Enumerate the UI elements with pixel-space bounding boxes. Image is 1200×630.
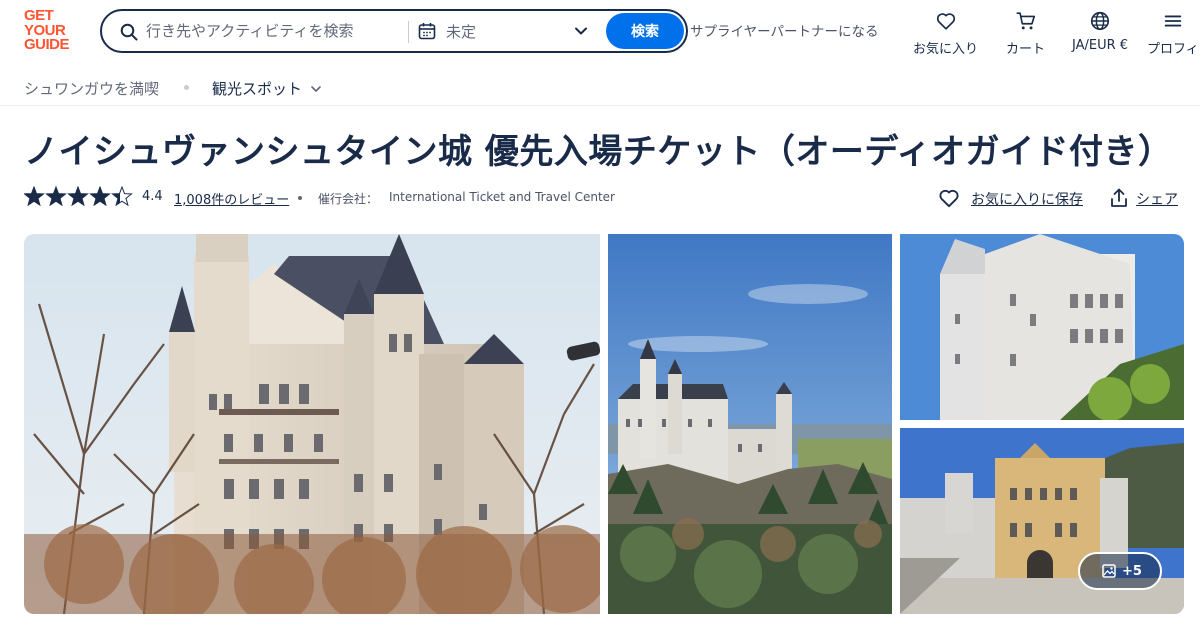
rating-value: 4.4 <box>142 189 163 204</box>
search-divider <box>408 21 409 43</box>
date-label: 未定 <box>446 23 477 41</box>
star-icon <box>90 187 110 206</box>
cart-icon <box>1015 12 1035 30</box>
star-icon <box>24 187 44 206</box>
site-header: GET YOUR GUIDE 未定 検索 サプライヤーパートナーにな <box>0 0 1200 64</box>
heart-icon <box>939 189 959 208</box>
operator-label: 催行会社： <box>318 192 379 206</box>
date-picker[interactable]: 未定 <box>418 11 588 51</box>
image-icon <box>1102 564 1116 578</box>
castle-cliff-image <box>608 234 892 614</box>
search-input[interactable] <box>146 20 396 42</box>
become-partner-link[interactable]: サプライヤーパートナーになる <box>690 20 878 40</box>
nav-profile-label: プロフィ <box>1147 42 1199 57</box>
chevron-down-icon <box>311 86 321 92</box>
gallery-photo-4[interactable]: +5 <box>900 428 1184 614</box>
nav-language-currency[interactable]: JA/EUR € <box>1072 8 1128 53</box>
search-button[interactable]: 検索 <box>606 13 684 49</box>
product-meta: 4.4 1,008件のレビュー 催行会社： International Tick… <box>24 186 1184 210</box>
menu-icon <box>1164 15 1182 27</box>
star-icon <box>46 187 66 206</box>
share-icon <box>1111 188 1127 207</box>
globe-icon <box>1090 11 1110 31</box>
nav-wishlist[interactable]: お気に入り <box>913 8 978 57</box>
castle-closeup-image <box>24 234 600 614</box>
subnav-enjoy-link[interactable]: シュワンガウを満喫 <box>24 78 159 99</box>
nav-cart[interactable]: カート <box>1006 8 1045 57</box>
search-bar: 未定 検索 <box>100 9 688 53</box>
logo-line-3: GUIDE <box>24 36 70 53</box>
getyourguide-logo[interactable]: GET YOUR GUIDE <box>24 8 80 55</box>
nav-wishlist-label: お気に入り <box>913 42 979 57</box>
gallery-photo-2[interactable] <box>608 234 892 614</box>
star-icon <box>68 187 88 206</box>
subnav-attractions-dropdown[interactable]: 観光スポット <box>212 78 302 99</box>
castle-tower-image <box>900 234 1184 420</box>
rating-stars <box>24 186 133 207</box>
calendar-icon <box>418 23 436 40</box>
chevron-down-icon <box>575 27 587 35</box>
meta-separator <box>298 196 302 200</box>
heart-icon <box>936 13 955 30</box>
nav-cart-label: カート <box>1006 42 1046 57</box>
sub-navigation: シュワンガウを満喫 観光スポット <box>0 64 1200 106</box>
share-label: シェア <box>1136 192 1178 208</box>
reviews-link[interactable]: 1,008件のレビュー <box>174 189 289 208</box>
search-icon <box>120 23 138 41</box>
subnav-separator <box>184 85 189 90</box>
gallery-photo-main[interactable] <box>24 234 600 614</box>
save-label: お気に入りに保存 <box>971 192 1083 208</box>
nav-profile[interactable]: プロフィ <box>1147 8 1199 57</box>
more-photos-button[interactable]: +5 <box>1078 552 1162 590</box>
nav-language-label: JA/EUR € <box>1072 38 1129 53</box>
gallery-photo-3[interactable] <box>900 234 1184 420</box>
operator-name: International Ticket and Travel Center <box>389 190 615 204</box>
photo-gallery: +5 <box>24 234 1184 614</box>
page-title: ノイシュヴァンシュタイン城 優先入場チケット（オーディオガイド付き） <box>24 132 1173 172</box>
more-photos-count: +5 <box>1122 564 1142 579</box>
